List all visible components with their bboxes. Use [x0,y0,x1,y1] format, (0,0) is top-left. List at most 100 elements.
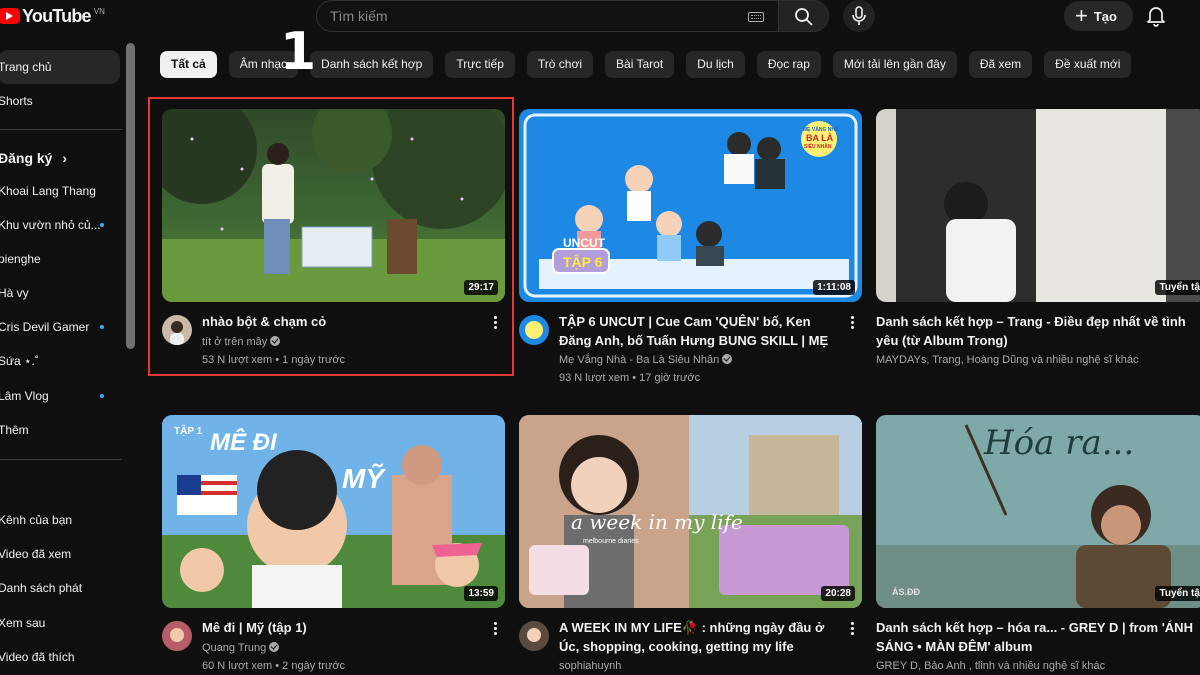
sidebar-item-label: Khoai Lang Thang [0,184,96,198]
avatar-image [519,315,549,345]
chip-recently-uploaded[interactable]: Mới tải lên gần đây [832,51,957,78]
video-title[interactable]: TẬP 6 UNCUT | Cue Cam 'QUÊN' bố, Ken Đăn… [559,312,839,350]
channel-avatar[interactable] [162,621,192,651]
chip-tarot[interactable]: Bài Tarot [605,51,675,78]
create-button[interactable]: + Tạo [1064,1,1133,31]
thumbnail-script-text: Hóa ra... [984,423,1135,463]
video-title[interactable]: Danh sách kết hợp – Trang - Điều đẹp nhấ… [876,312,1198,350]
plus-icon: + [1075,3,1088,28]
sidebar: Trang chủ Shorts Đăng ký › Khoai Lang Th… [0,40,138,675]
search-input[interactable] [330,1,730,31]
sidebar-item-subscription[interactable]: Lâm Vlog [0,379,120,413]
sidebar-item-subscription[interactable]: Hà vy [0,276,120,310]
sidebar-item-label: Cris Devil Gamer [0,320,90,334]
channel-name-text: Quang Trung [202,642,267,654]
sidebar-item-your-channel[interactable]: Kênh của bạn [0,503,120,537]
sidebar-divider [0,129,122,130]
sidebar-item-subscription[interactable]: pienghe [0,242,120,276]
show-badge-sub: SIÊU NHÂN [804,144,832,150]
sidebar-item-playlists[interactable]: Danh sách phát [0,571,120,605]
video-stats: 60 N lượt xem • 2 ngày trước [202,660,346,672]
avatar-image [162,621,192,651]
sidebar-item-subscription[interactable]: Sứa ⋆.˚ [0,344,120,378]
thumbnail-script-text: a week in my life [571,510,743,534]
mix-thumbnail[interactable]: Hóa ra... ÁS.ĐĐ Tuyển tập [876,415,1200,608]
sidebar-item-label: Shorts [0,94,33,108]
episode-label: TẬP 1 [174,426,203,437]
mix-badge: Tuyển tập [1154,586,1200,601]
chip-live[interactable]: Trực tiếp [445,51,515,78]
episode-label: TẬP 6 [563,254,603,270]
channel-name[interactable]: Mẹ Vắng Nhà - Ba Là Siêu Nhân [559,352,733,369]
channel-name[interactable]: Quang Trung [202,640,280,657]
mix-thumbnail[interactable]: Tuyển tập [876,109,1200,302]
uncut-label: UNCUT [563,236,605,250]
chip-gaming[interactable]: Trò chơi [526,51,594,78]
video-thumbnail[interactable]: MẸ VẮNG NHÀ BA LÀ SIÊU NHÂN UNCUT TẬP 6 … [519,109,862,302]
thumbnail-headline: MÊ ĐI [210,429,277,456]
avatar-image [519,621,549,651]
more-options-icon[interactable] [846,315,858,331]
new-content-dot [100,394,104,398]
top-bar: YouTube VN + Tạo [0,0,1200,40]
video-title[interactable]: A WEEK IN MY LIFE🥀 : những ngày đầu ở Úc… [559,618,839,656]
create-label: Tạo [1093,8,1117,24]
new-content-dot [100,325,104,329]
video-stats: 93 N lượt xem • 17 giờ trước [559,372,701,384]
video-title[interactable]: Mê đi | Mỹ (tập 1) [202,618,482,637]
sidebar-item-label: Trang chủ [0,60,52,74]
video-thumbnail[interactable]: a week in my life melbourne diaries 20:2… [519,415,862,608]
notifications-button[interactable] [1146,5,1166,32]
sidebar-item-watch-later[interactable]: Xem sau [0,606,120,640]
show-badge-main: BA LÀ [806,133,834,143]
voice-search-button[interactable] [843,0,875,32]
sidebar-item-history[interactable]: Video đã xem [0,537,120,571]
annotation-number: 1 [280,22,317,82]
sidebar-divider [0,459,122,460]
channel-name-text: Mẹ Vắng Nhà - Ba Là Siêu Nhân [559,354,720,366]
verified-icon [269,642,280,652]
search-button[interactable] [778,0,829,32]
chip-travel[interactable]: Du lịch [686,51,745,78]
chip-watched[interactable]: Đã xem [968,51,1033,78]
video-duration: 1:11:08 [813,280,855,295]
sidebar-item-subscription[interactable]: Khoai Lang Thang [0,174,120,208]
sidebar-item-subscription[interactable]: Cris Devil Gamer [0,310,120,344]
channel-avatar[interactable] [519,621,549,651]
thumbnail-subtitle: melbourne diaries [583,538,639,545]
video-title[interactable]: Danh sách kết hợp – hóa ra... - GREY D |… [876,618,1198,656]
mix-artists: GREY D, Bảo Anh , tlinh và nhiều nghệ sĩ… [876,660,1106,672]
sidebar-item-label: Hà vy [0,286,29,300]
chip-all[interactable]: Tất cả [160,51,217,78]
sidebar-item-label: Xem sau [0,616,46,630]
sidebar-item-subscription[interactable]: Khu vườn nhỏ củ... [0,208,120,242]
sidebar-item-shorts[interactable]: Shorts [0,84,120,118]
sidebar-item-liked-videos[interactable]: Video đã thích [0,640,120,674]
verified-icon [722,354,733,364]
chip-new-to-you[interactable]: Đề xuất mới [1044,51,1132,78]
sidebar-item-home[interactable]: Trang chủ [0,50,120,84]
microphone-icon [852,6,866,25]
video-duration: 13:59 [464,586,498,601]
logo-text: YouTube [22,6,92,26]
sidebar-item-label: Lâm Vlog [0,389,49,403]
keyboard-icon[interactable] [748,12,764,22]
more-options-icon[interactable] [846,621,858,637]
bell-icon [1147,7,1165,27]
mix-badge: Tuyển tập [1154,280,1200,295]
mix-artists: MAYDAYs, Trang, Hoàng Dũng và nhiều nghệ… [876,354,1139,366]
chevron-right-icon: › [62,150,68,166]
video-thumbnail[interactable]: TẬP 1 MÊ ĐI MỸ 13:59 [162,415,505,608]
sidebar-scrollbar[interactable] [126,43,135,349]
channel-avatar[interactable] [519,315,549,345]
chip-rap[interactable]: Đọc rap [756,51,821,78]
sidebar-item-show-more[interactable]: Thêm [0,413,120,447]
chip-mixes[interactable]: Danh sách kết hợp [310,51,434,78]
more-options-icon[interactable] [489,621,501,637]
sidebar-item-label: Thêm [0,423,29,437]
youtube-logo[interactable]: YouTube VN [0,6,105,26]
sidebar-item-label: pienghe [0,252,41,266]
subscriptions-heading[interactable]: Đăng ký › [0,150,67,166]
sidebar-item-label: Khu vườn nhỏ củ... [0,218,101,232]
channel-name[interactable]: sophiahuynh [559,658,621,675]
